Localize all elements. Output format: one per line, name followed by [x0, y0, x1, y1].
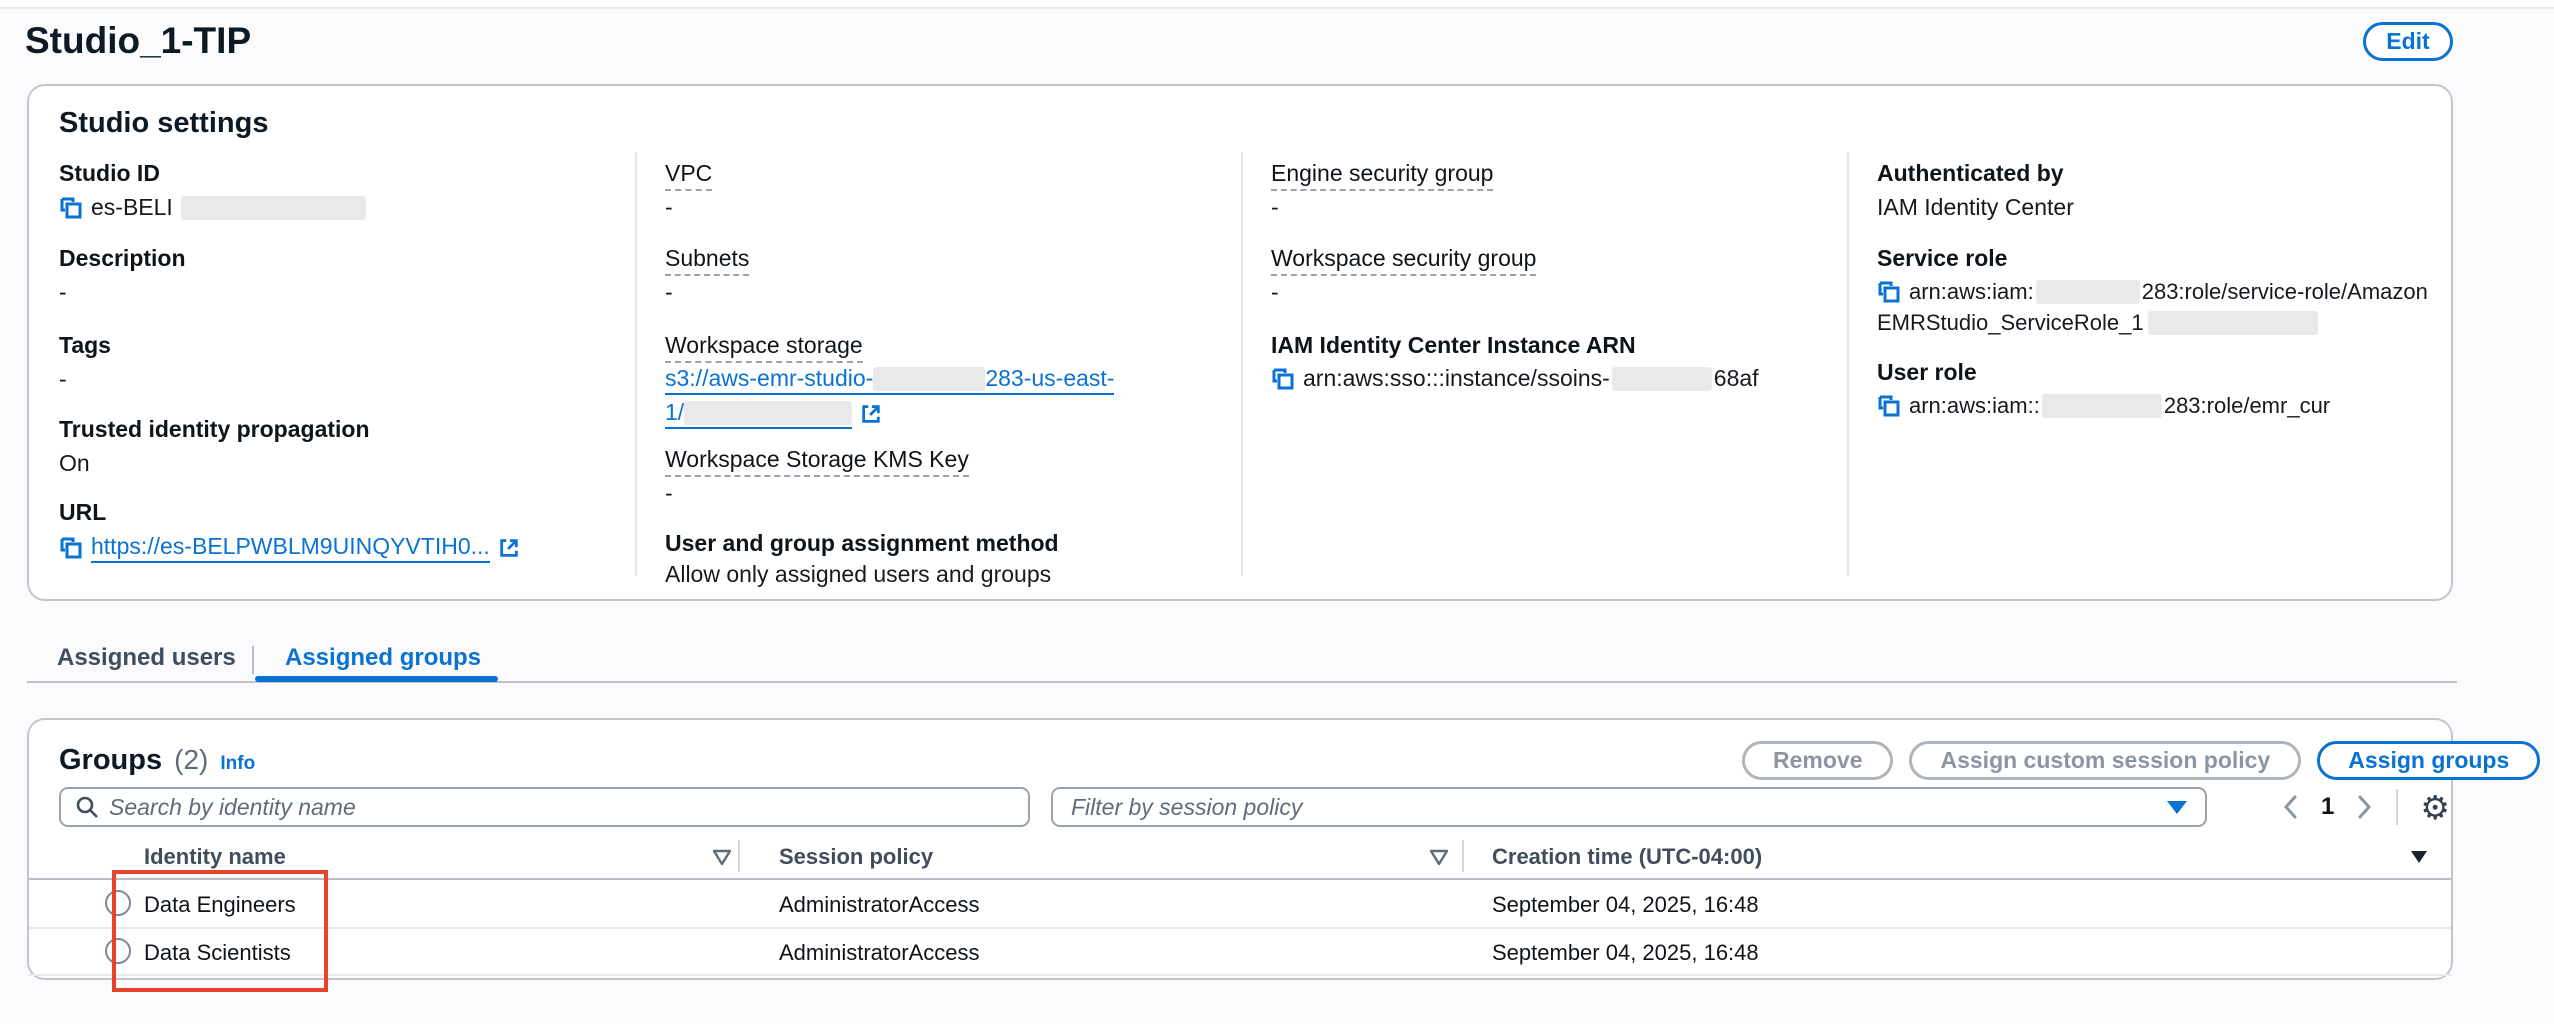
cell-creation-time: September 04, 2025, 16:48	[1492, 892, 1759, 918]
field-url: URL https://es-BELPWBLM9UINQYVTIH0...	[59, 499, 611, 563]
remove-button[interactable]: Remove	[1742, 741, 1893, 780]
studio-settings-panel: Studio settings Studio ID es-BELI Descri…	[27, 84, 2453, 601]
tab-assigned-users[interactable]: Assigned users	[57, 644, 236, 672]
field-service-role: Service role arn:aws:iam:283:role/servic…	[1877, 245, 2433, 336]
studio-url-link[interactable]: https://es-BELPWBLM9UINQYVTIH0...	[91, 533, 490, 563]
column-header-creation-time[interactable]: Creation time (UTC-04:00)	[1492, 844, 1762, 870]
cell-session-policy: AdministratorAccess	[779, 892, 980, 918]
redaction-box	[2036, 280, 2140, 304]
dropdown-caret-icon	[2167, 801, 2187, 814]
column-divider	[1241, 152, 1243, 576]
redaction-box	[2148, 311, 2318, 335]
search-icon	[75, 795, 99, 819]
external-link-icon	[498, 537, 520, 559]
studio-settings-heading: Studio settings	[59, 107, 268, 140]
field-vpc: VPC -	[665, 160, 1217, 221]
groups-count: (2)	[174, 744, 208, 776]
edit-button[interactable]: Edit	[2363, 22, 2453, 61]
redaction-box	[1612, 367, 1712, 391]
filter-input[interactable]	[1071, 794, 2167, 821]
groups-heading: Groups	[59, 744, 162, 777]
identity-search-field[interactable]	[59, 787, 1030, 827]
row-divider	[29, 974, 2451, 976]
external-link-icon	[860, 403, 882, 425]
table-row[interactable]: Data Engineers AdministratorAccess Septe…	[29, 880, 2455, 927]
field-authenticated-by: Authenticated by IAM Identity Center	[1877, 160, 2433, 221]
field-trusted-identity-propagation: Trusted identity propagation On	[59, 416, 611, 477]
sort-neutral-icon[interactable]	[1428, 846, 1450, 868]
redaction-box	[2042, 394, 2162, 418]
field-studio-id: Studio ID es-BELI	[59, 160, 611, 221]
copy-icon[interactable]	[1877, 280, 1901, 304]
field-idc-instance-arn: IAM Identity Center Instance ARN arn:aws…	[1271, 332, 1823, 392]
column-divider	[635, 152, 637, 576]
column-divider	[738, 840, 740, 872]
active-tab-underline	[255, 676, 498, 682]
redaction-box	[873, 367, 985, 391]
field-subnets: Subnets -	[665, 245, 1217, 306]
assign-groups-button[interactable]: Assign groups	[2317, 741, 2540, 780]
session-policy-filter-dropdown[interactable]	[1051, 787, 2207, 827]
row-radio-button[interactable]	[105, 890, 131, 916]
redaction-box	[684, 401, 852, 425]
field-assignment-method: User and group assignment method Allow o…	[665, 530, 1217, 588]
cell-identity-name: Data Scientists	[144, 940, 291, 966]
page-number[interactable]: 1	[2321, 793, 2334, 821]
copy-icon[interactable]	[1877, 394, 1901, 418]
row-radio-button[interactable]	[105, 938, 131, 964]
copy-icon[interactable]	[59, 196, 83, 220]
groups-panel: Groups (2) Info Remove Assign custom ses…	[27, 718, 2453, 980]
field-description: Description -	[59, 245, 611, 306]
cell-creation-time: September 04, 2025, 16:48	[1492, 940, 1759, 966]
table-row[interactable]: Data Scientists AdministratorAccess Sept…	[29, 928, 2455, 975]
field-workspace-security-group: Workspace security group -	[1271, 245, 1823, 306]
sort-neutral-icon[interactable]	[711, 846, 733, 868]
tab-assigned-groups[interactable]: Assigned groups	[285, 644, 481, 672]
column-header-session-policy[interactable]: Session policy	[779, 844, 933, 870]
top-nav-edge	[0, 0, 2554, 9]
sort-descending-icon[interactable]	[2409, 848, 2429, 866]
redaction-box	[181, 196, 366, 220]
field-tags: Tags -	[59, 332, 611, 393]
cell-identity-name: Data Engineers	[144, 892, 296, 918]
workspace-storage-link-line2[interactable]: 1/	[665, 399, 852, 429]
field-user-role: User role arn:aws:iam::283:role/emr_cur	[1877, 359, 2433, 419]
field-workspace-storage: Workspace storage s3://aws-emr-studio-28…	[665, 332, 1217, 429]
cell-session-policy: AdministratorAccess	[779, 940, 980, 966]
column-divider	[1847, 152, 1849, 576]
next-page-icon[interactable]	[2356, 793, 2374, 821]
copy-icon[interactable]	[59, 536, 83, 560]
field-engine-security-group: Engine security group -	[1271, 160, 1823, 221]
workspace-storage-link[interactable]: s3://aws-emr-studio-283-us-east-	[665, 365, 1114, 395]
table-header: Identity name Session policy Creation ti…	[29, 842, 2455, 878]
column-divider	[1462, 840, 1464, 872]
column-header-identity-name[interactable]: Identity name	[144, 844, 286, 870]
prev-page-icon[interactable]	[2281, 793, 2299, 821]
page-title: Studio_1-TIP	[25, 20, 251, 62]
tab-separator	[252, 646, 254, 674]
settings-gear-icon[interactable]: ⚙	[2420, 791, 2450, 824]
assign-custom-session-policy-button[interactable]: Assign custom session policy	[1909, 741, 2301, 780]
info-link[interactable]: Info	[220, 753, 255, 775]
pager-divider	[2396, 789, 2398, 825]
field-workspace-storage-kms-key: Workspace Storage KMS Key -	[665, 446, 1217, 507]
search-input[interactable]	[109, 794, 1014, 821]
copy-icon[interactable]	[1271, 367, 1295, 391]
